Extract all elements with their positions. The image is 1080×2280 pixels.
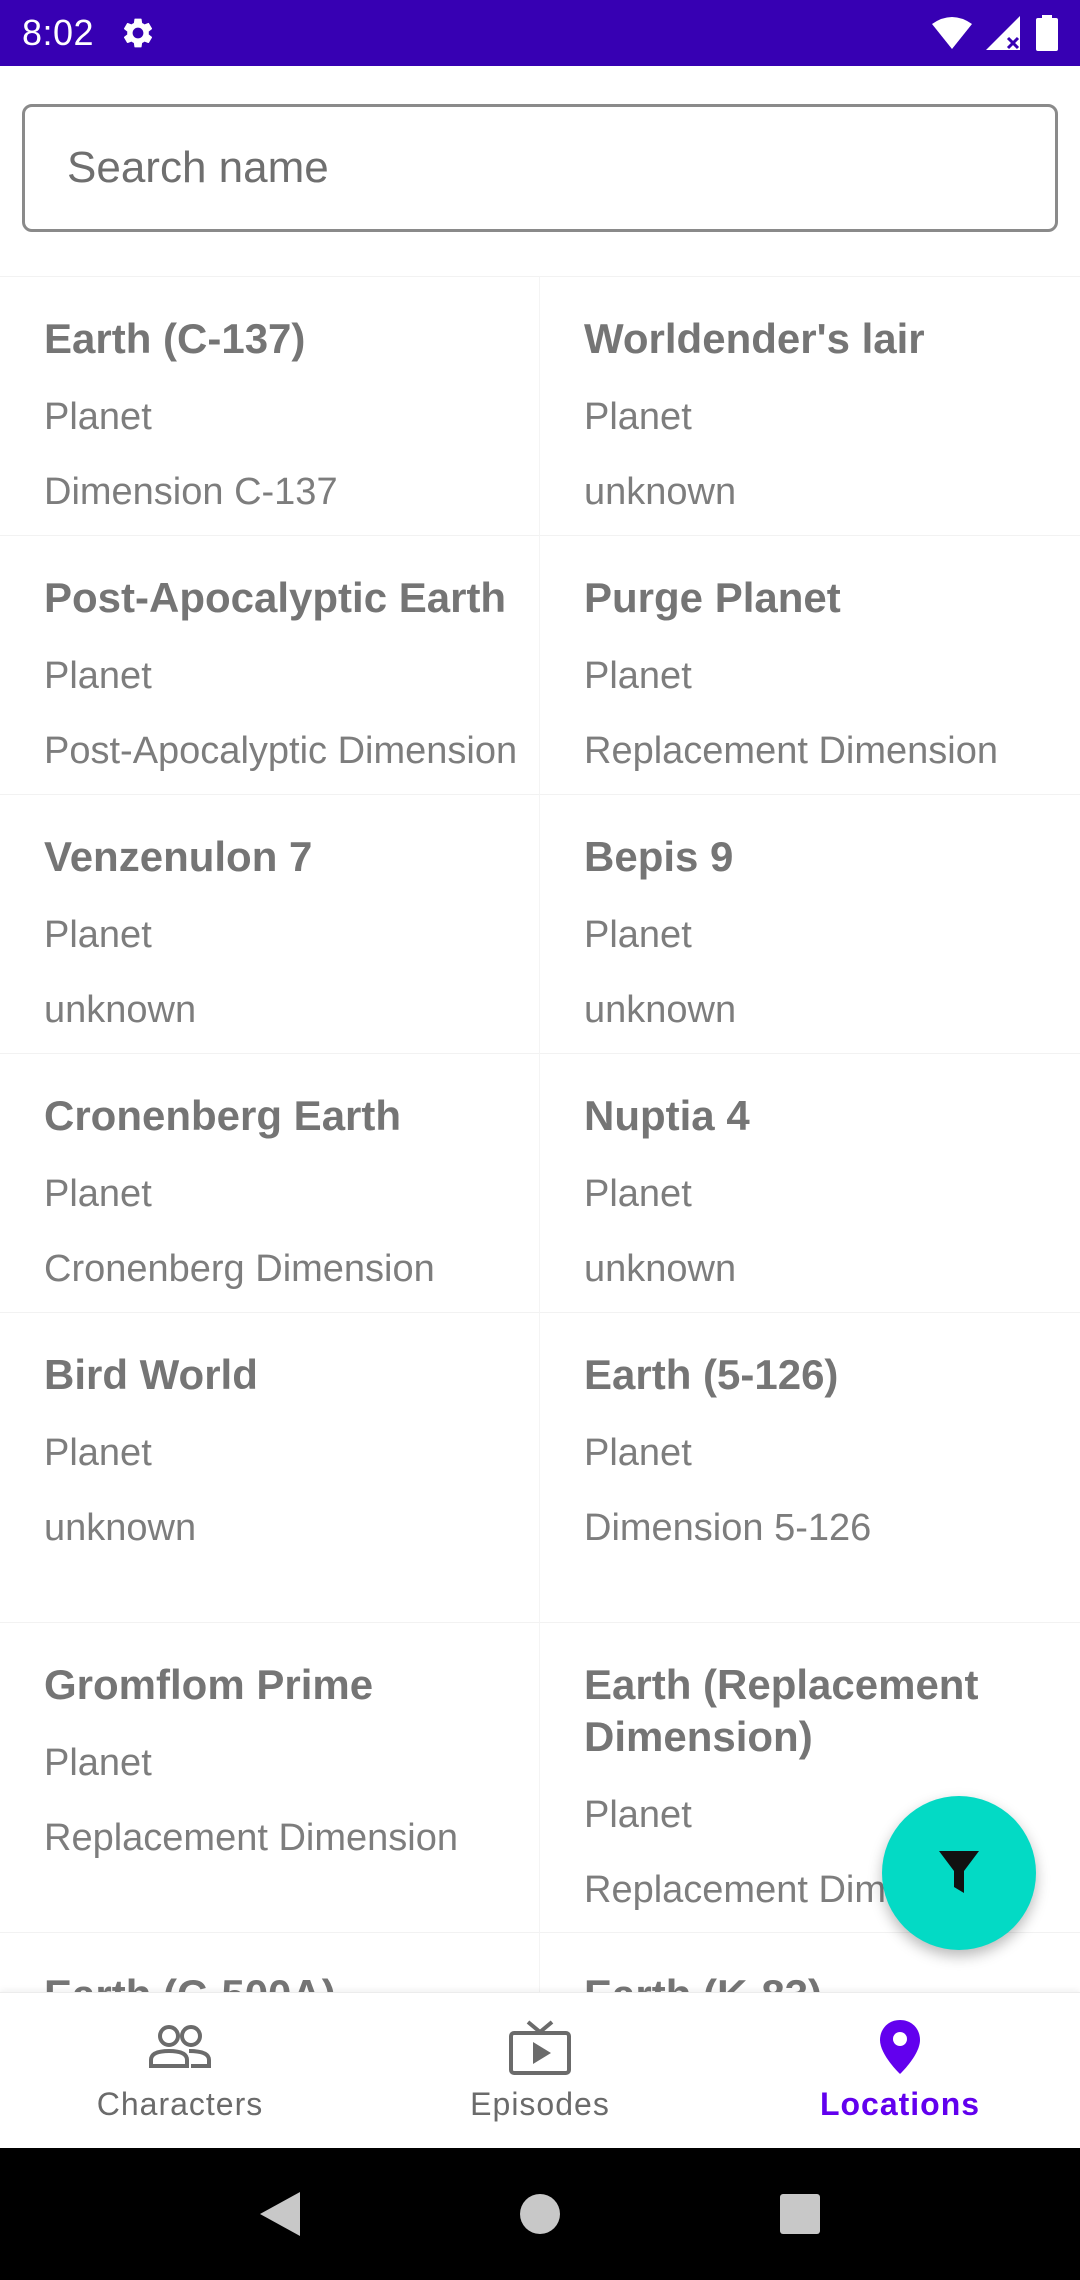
nav-label-characters: Characters bbox=[96, 2086, 264, 2122]
location-card[interactable]: Earth (5-126) Planet Dimension 5-126 bbox=[540, 1312, 1080, 1622]
location-card[interactable]: Post-Apocalyptic Earth Planet Post-Apoca… bbox=[0, 535, 540, 794]
location-type: Planet bbox=[44, 914, 152, 956]
location-card[interactable]: Worldender's lair Planet unknown bbox=[540, 276, 1080, 535]
location-dimension: Dimension 5-126 bbox=[584, 1507, 872, 1549]
signal-icon bbox=[986, 16, 1022, 50]
location-dimension: unknown bbox=[584, 989, 737, 1031]
location-card[interactable]: Nuptia 4 Planet unknown bbox=[540, 1053, 1080, 1312]
location-card[interactable]: Earth (C-500A) bbox=[0, 1932, 540, 1992]
location-name: Cronenberg Earth bbox=[44, 1092, 402, 1139]
location-name: Purge Planet bbox=[584, 574, 841, 621]
location-type: Planet bbox=[584, 1432, 692, 1474]
nav-item-characters[interactable]: Characters bbox=[0, 1993, 360, 2148]
filter-icon bbox=[939, 1851, 979, 1893]
tv-icon bbox=[508, 2018, 572, 2076]
location-pin-icon bbox=[878, 2018, 922, 2076]
people-icon bbox=[148, 2018, 212, 2076]
status-time: 8:02 bbox=[22, 12, 95, 53]
location-name: Post-Apocalyptic Earth bbox=[44, 574, 507, 621]
location-type: Planet bbox=[44, 1432, 152, 1474]
home-icon bbox=[520, 2194, 560, 2234]
location-dimension: unknown bbox=[44, 1507, 197, 1549]
nav-label-episodes: Episodes bbox=[470, 2086, 610, 2122]
location-dimension: Replacement Dimension bbox=[44, 1817, 458, 1859]
location-name: Nuptia 4 bbox=[584, 1092, 750, 1139]
location-card[interactable]: Bird World Planet unknown bbox=[0, 1312, 540, 1622]
app-screen: 8:02 Earth (C-137) Planet Dimension bbox=[0, 0, 1080, 2280]
location-dimension: unknown bbox=[584, 1248, 737, 1290]
location-card[interactable]: Venzenulon 7 Planet unknown bbox=[0, 794, 540, 1053]
location-card[interactable]: Earth (K-83) bbox=[540, 1932, 1080, 1992]
location-dimension: Dimension C-137 bbox=[44, 471, 338, 513]
location-name: Bird World bbox=[44, 1351, 258, 1398]
search-field[interactable] bbox=[22, 104, 1058, 232]
location-card[interactable]: Earth (C-137) Planet Dimension C-137 bbox=[0, 276, 540, 535]
location-name: Bepis 9 bbox=[584, 833, 734, 880]
search-input[interactable] bbox=[67, 107, 1055, 229]
nav-label-locations: Locations bbox=[819, 2086, 981, 2122]
status-bar: 8:02 bbox=[0, 0, 1080, 66]
location-name: Earth (5-126) bbox=[584, 1351, 839, 1398]
location-card[interactable]: Cronenberg Earth Planet Cronenberg Dimen… bbox=[0, 1053, 540, 1312]
location-type: Planet bbox=[584, 914, 692, 956]
location-dimension: unknown bbox=[44, 989, 197, 1031]
location-name: Earth (K-83) bbox=[584, 1969, 1070, 1992]
nav-item-episodes[interactable]: Episodes bbox=[360, 1993, 720, 2148]
location-dimension: unknown bbox=[584, 471, 737, 513]
nav-item-locations[interactable]: Locations bbox=[720, 1993, 1080, 2148]
home-button[interactable] bbox=[508, 2182, 572, 2246]
system-navigation-bar bbox=[0, 2148, 1080, 2280]
back-icon bbox=[260, 2192, 300, 2236]
location-card[interactable]: Bepis 9 Planet unknown bbox=[540, 794, 1080, 1053]
location-type: Planet bbox=[584, 1173, 692, 1215]
location-name: Venzenulon 7 bbox=[44, 833, 313, 880]
battery-icon bbox=[1036, 15, 1058, 51]
location-dimension: Cronenberg Dimension bbox=[44, 1248, 435, 1290]
location-type: Planet bbox=[584, 396, 692, 438]
location-type: Planet bbox=[44, 655, 152, 697]
location-type: Planet bbox=[44, 396, 152, 438]
location-name: Earth (C-137) bbox=[44, 315, 306, 362]
location-dimension: Replacement Dimension bbox=[584, 730, 998, 772]
location-dimension: Post-Apocalyptic Dimension bbox=[44, 730, 518, 772]
status-icons bbox=[932, 15, 1058, 51]
bottom-navigation: Characters Episodes Locations bbox=[0, 1992, 1080, 2148]
location-card[interactable]: Gromflom Prime Planet Replacement Dimens… bbox=[0, 1622, 540, 1932]
location-name: Worldender's lair bbox=[584, 315, 925, 362]
location-name: Earth (Replacement Dimension) bbox=[584, 1661, 979, 1760]
location-card[interactable]: Purge Planet Planet Replacement Dimensio… bbox=[540, 535, 1080, 794]
back-button[interactable] bbox=[248, 2182, 312, 2246]
wifi-icon bbox=[932, 16, 972, 50]
recents-icon bbox=[780, 2194, 820, 2234]
location-type: Planet bbox=[44, 1173, 152, 1215]
location-type: Planet bbox=[44, 1742, 152, 1784]
location-name: Gromflom Prime bbox=[44, 1661, 374, 1708]
settings-icon bbox=[120, 15, 156, 51]
location-name: Earth (C-500A) bbox=[44, 1969, 529, 1992]
location-type: Planet bbox=[584, 655, 692, 697]
recents-button[interactable] bbox=[768, 2182, 832, 2246]
locations-grid[interactable]: Earth (C-137) Planet Dimension C-137 Wor… bbox=[0, 276, 1080, 1992]
filter-button[interactable] bbox=[882, 1796, 1036, 1950]
